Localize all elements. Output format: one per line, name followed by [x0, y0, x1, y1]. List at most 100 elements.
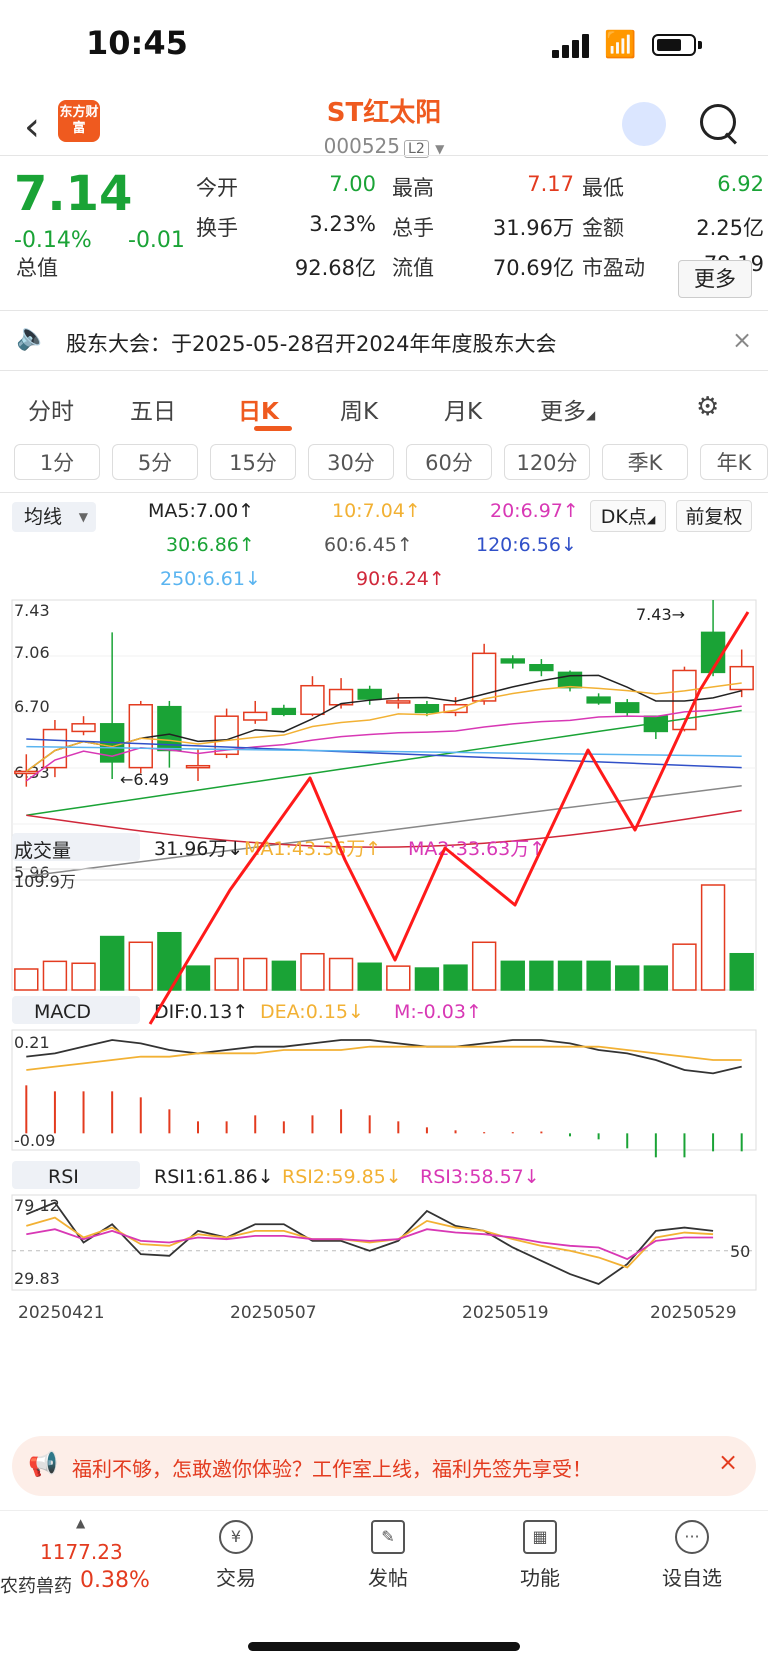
rsi-bottom: 29.83 — [14, 1269, 60, 1288]
tab-monthly-k[interactable]: 月K — [444, 392, 482, 426]
period-pill[interactable]: 15分 — [210, 444, 296, 480]
close-icon[interactable]: × — [718, 1448, 738, 1476]
index-value[interactable]: 1177.23 — [40, 1540, 123, 1564]
candle-body — [529, 664, 554, 672]
volume-bar — [99, 935, 125, 991]
search-icon[interactable] — [700, 104, 736, 140]
yen-icon: ¥ — [219, 1520, 253, 1554]
nav-trade[interactable]: ¥ 交易 — [186, 1520, 286, 1591]
low-mark: ←6.49 — [120, 770, 169, 789]
rsi-legend: RSI1:61.86↓ — [154, 1166, 274, 1188]
price-tick: 7.06 — [14, 643, 50, 662]
nav-functions[interactable]: ▦ 功能 — [490, 1520, 590, 1591]
candle-body — [586, 696, 611, 704]
index-percent[interactable]: 0.38% — [80, 1568, 150, 1593]
signal-icon — [552, 34, 592, 58]
dk-point-button[interactable]: DK点◢ — [590, 500, 666, 532]
period-pill[interactable]: 5分 — [112, 444, 198, 480]
status-bar: 10:45 📶 — [0, 0, 768, 90]
date-label: 20250519 — [462, 1303, 549, 1323]
dropdown-icon: ▼ — [78, 510, 88, 524]
date-label: 20250529 — [650, 1303, 737, 1323]
current-price: 7.14 — [14, 166, 133, 222]
more-button[interactable]: 更多 — [678, 260, 752, 298]
dk-label: DK点 — [600, 506, 647, 528]
close-icon[interactable]: × — [732, 326, 752, 354]
period-pill[interactable]: 季K — [602, 444, 688, 480]
tab-weekly-k[interactable]: 周K — [340, 392, 378, 426]
caret-icon: ◢ — [586, 408, 596, 422]
rsi-selector-label: RSI — [48, 1166, 79, 1188]
tab-daily-k[interactable]: 日K — [238, 392, 279, 426]
ma-selector-label: 均线 — [24, 506, 63, 528]
caret-icon: ◢ — [646, 513, 656, 526]
ma-item: MA5:7.00↑ — [148, 500, 255, 522]
rsi-ref: 50 — [730, 1242, 750, 1261]
volume-legend: MA2:33.63万↑ — [408, 838, 545, 860]
ma-selector[interactable]: 均线 ▼ — [12, 502, 96, 532]
period-pill[interactable]: 120分 — [504, 444, 590, 480]
volume-bar — [128, 941, 153, 991]
candle-body — [271, 707, 297, 716]
volume-bar — [700, 884, 726, 991]
high-mark: 7.43→ — [636, 605, 685, 624]
volume-bar — [357, 962, 382, 991]
tab-more-label: 更多 — [540, 399, 586, 425]
robot-assistant-icon[interactable] — [622, 102, 666, 146]
candle-body — [729, 665, 754, 691]
adjust-button[interactable]: 前复权 — [676, 500, 752, 532]
date-label: 20250421 — [18, 1303, 105, 1323]
candle-body — [243, 711, 268, 721]
price-tick: 6.70 — [14, 697, 50, 716]
battery-tip — [698, 41, 702, 49]
tab-five-day[interactable]: 五日 — [130, 392, 176, 426]
stat-value: 6.92 — [717, 172, 764, 196]
stat-value: 7.00 — [329, 172, 376, 196]
stat-label: 流值 — [392, 256, 434, 280]
volume-bar — [157, 931, 182, 991]
notice-text[interactable]: 股东大会：于2025-05-28召开2024年年度股东大会 — [66, 328, 556, 358]
candle-body — [500, 658, 525, 664]
volume-bar — [71, 962, 96, 991]
candle-body — [414, 704, 440, 714]
tab-underline — [254, 426, 292, 431]
volume-bar — [271, 960, 297, 991]
candle-body — [128, 704, 153, 769]
macd-selector-label: MACD — [34, 1001, 91, 1023]
tab-intraday[interactable]: 分时 — [28, 392, 74, 426]
candle-body — [557, 671, 583, 689]
volume-bar — [471, 941, 497, 991]
nav-post[interactable]: ✎ 发帖 — [338, 1520, 438, 1591]
period-pill[interactable]: 60分 — [406, 444, 492, 480]
volume-bar — [414, 967, 440, 991]
stat-label: 今开 — [196, 176, 238, 200]
chevron-down-icon: ▼ — [435, 142, 445, 156]
status-time: 10:45 — [86, 24, 188, 62]
period-pill[interactable]: 30分 — [308, 444, 394, 480]
promo-text[interactable]: 福利不够，怎敢邀你体验？工作室上线，福利先签先享受！ — [72, 1453, 592, 1482]
tab-more[interactable]: 更多◢ — [540, 392, 595, 426]
period-pill[interactable]: 1分 — [14, 444, 100, 480]
index-name[interactable]: 农药兽药 — [0, 1572, 72, 1598]
date-label: 20250507 — [230, 1303, 317, 1323]
change-percent: -0.14% — [14, 228, 92, 253]
ma-item: 30:6.86↑ — [166, 534, 255, 556]
nav-label: 设自选 — [662, 1566, 722, 1590]
volume-bar — [500, 960, 525, 991]
candle-body — [300, 684, 325, 716]
nav-label: 发帖 — [368, 1566, 408, 1590]
volume-bar — [328, 957, 354, 991]
ma-item: 20:6.97↑ — [490, 500, 579, 522]
period-pill[interactable]: 年K — [700, 444, 768, 480]
wifi-icon: 📶 — [604, 30, 637, 60]
nav-add-watchlist[interactable]: ··· 设自选 — [642, 1520, 742, 1591]
volume-bar — [243, 957, 268, 991]
stat-label: 总值 — [16, 256, 58, 280]
hand-drawn-annotation — [148, 611, 750, 1025]
volume-bar — [14, 968, 39, 991]
ma-item: 120:6.56↓ — [476, 534, 577, 556]
macd-bottom: -0.09 — [14, 1131, 55, 1150]
settings-icon[interactable]: ⚙ — [696, 392, 719, 422]
kline-chart[interactable]: 7.437.066.706.335.967.43→←6.49成交量 31.96万↓… — [0, 590, 768, 1410]
stat-value: 3.23% — [309, 212, 376, 236]
